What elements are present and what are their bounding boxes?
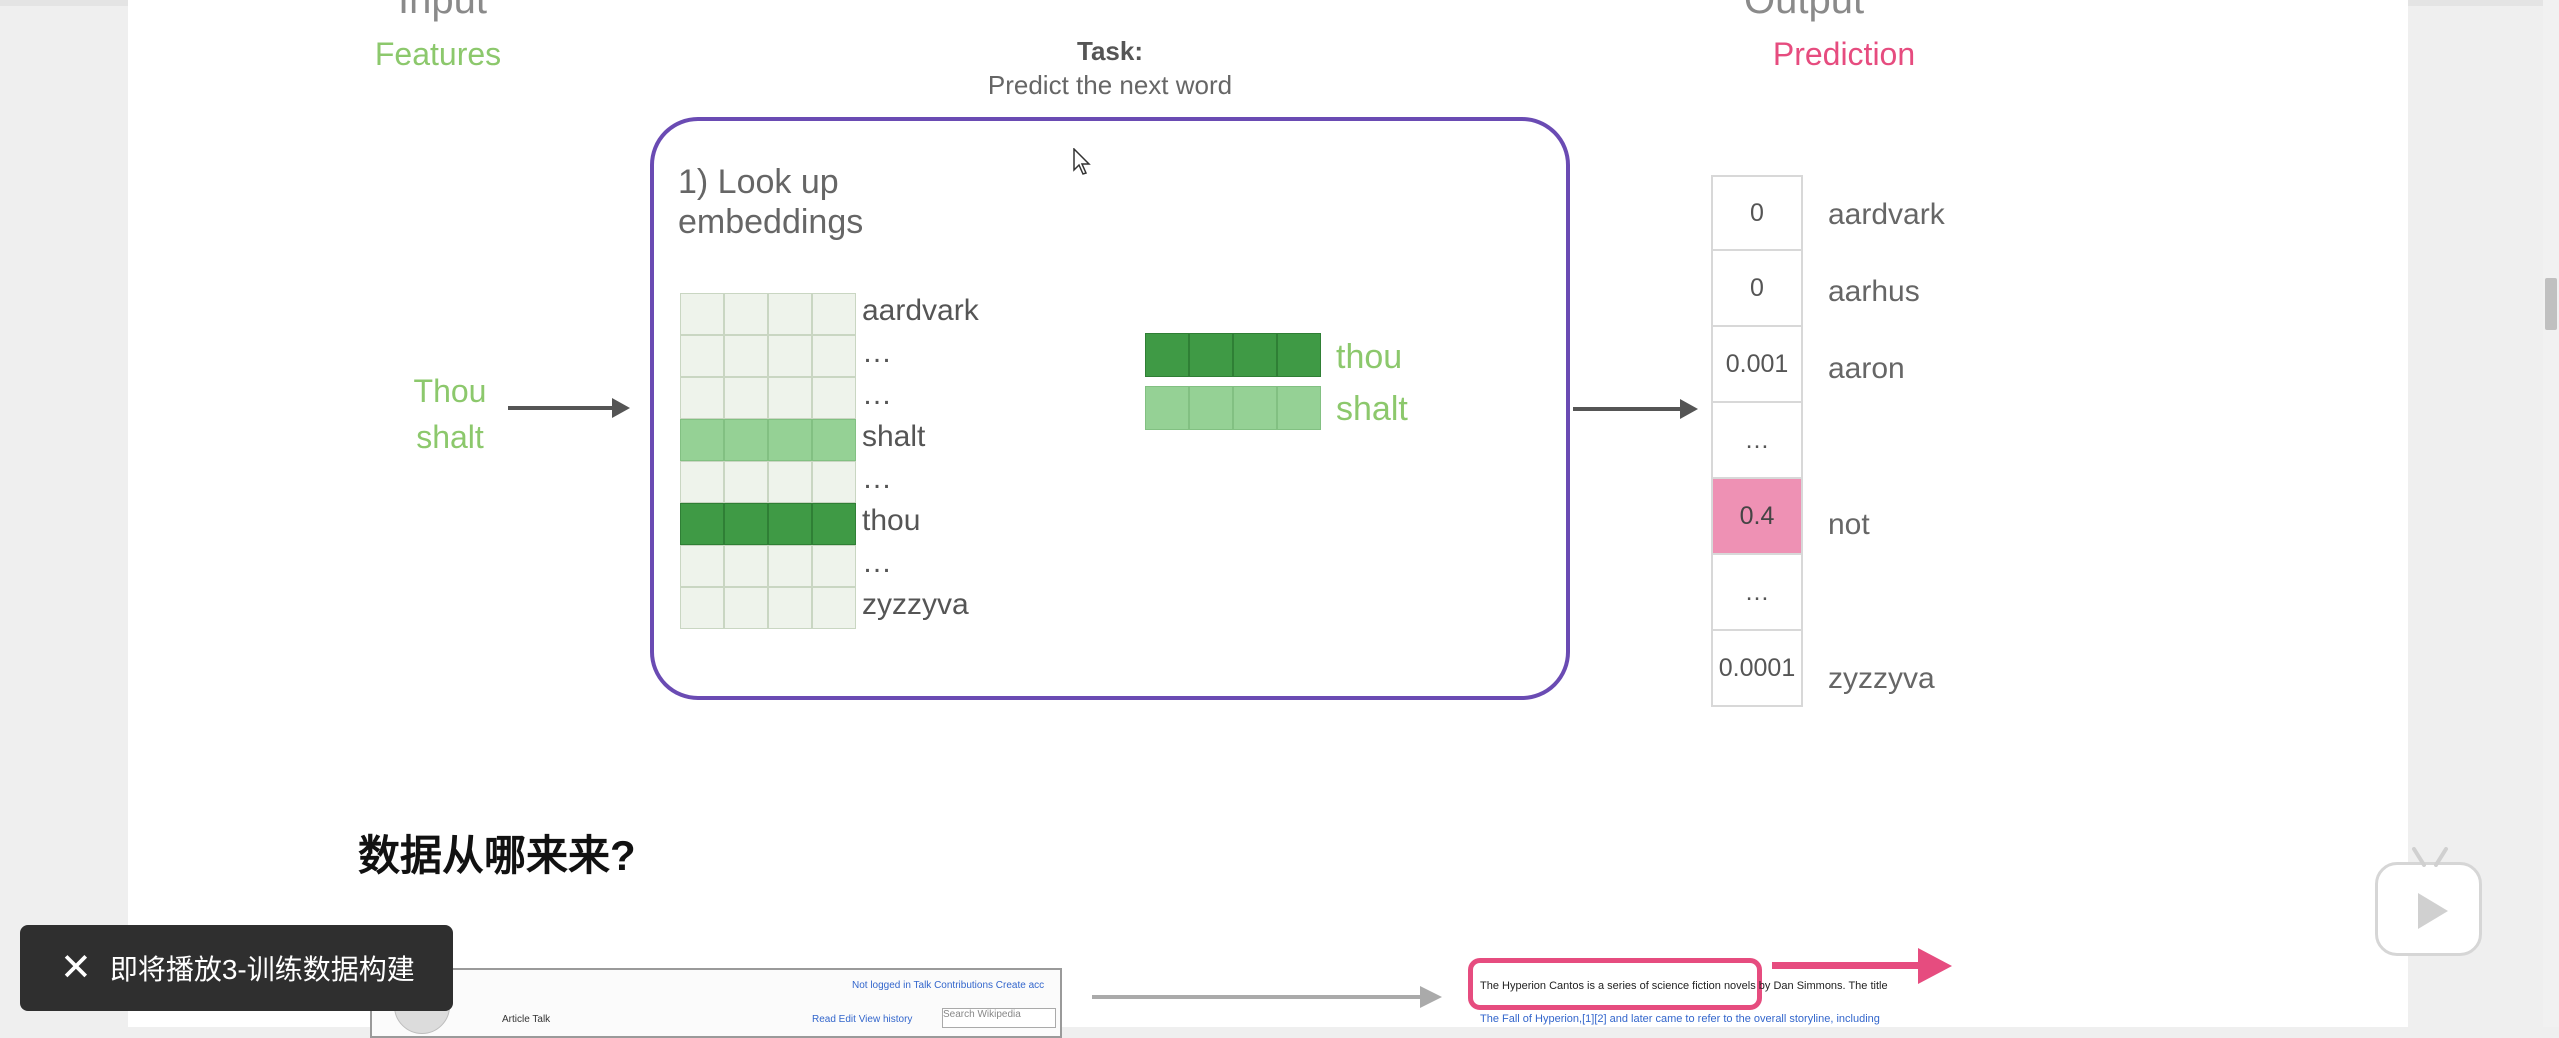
embedding-row-thou xyxy=(680,503,856,545)
wiki-to-text-arrow xyxy=(1092,995,1422,999)
embedding-word: … xyxy=(862,546,892,579)
prediction-word: aarhus xyxy=(1828,275,1920,308)
embedding-row xyxy=(680,461,856,503)
embedding-word: thou xyxy=(862,504,921,537)
embedding-word: zyzzyva xyxy=(862,588,969,621)
embedding-row xyxy=(680,377,856,419)
text-snippet-line: The Hyperion Cantos is a series of scien… xyxy=(1480,980,1888,992)
prediction-word: zyzzyva xyxy=(1828,662,1935,695)
prediction-label: Prediction xyxy=(1772,36,1916,72)
prediction-column: 0 0 0.001 … 0.4 … 0.0001 xyxy=(1711,175,1803,707)
text-snippet-line: The Fall of Hyperion,[1][2] and later ca… xyxy=(1480,1013,1880,1025)
vector-label: thou xyxy=(1336,338,1403,376)
wikipedia-screenshot: Not logged in Talk Contributions Create … xyxy=(370,968,1062,1038)
vector-thou xyxy=(1145,333,1321,377)
embedding-word: aardvark xyxy=(862,294,979,327)
mouse-cursor-icon xyxy=(1073,148,1091,175)
embedding-row-shalt xyxy=(680,419,856,461)
vector-shalt xyxy=(1145,386,1321,430)
embedding-row xyxy=(680,335,856,377)
output-title-partial: Output xyxy=(1744,0,1865,22)
prediction-word: not xyxy=(1828,508,1870,541)
embedding-word: … xyxy=(862,462,892,495)
wiki-toplinks: Not logged in Talk Contributions Create … xyxy=(852,980,1045,991)
tv-antenna-icon xyxy=(2412,847,2448,867)
prediction-word: aardvark xyxy=(1828,198,1945,231)
next-video-title: 即将播放3-训练数据构建 xyxy=(109,954,415,985)
output-arrow-head xyxy=(1680,399,1698,419)
embedding-row xyxy=(680,293,856,335)
prediction-cell: 0.001 xyxy=(1711,327,1803,403)
wiki-tabs-left: Article Talk xyxy=(502,1014,551,1025)
play-icon xyxy=(2418,893,2448,929)
prediction-cell: … xyxy=(1711,555,1803,631)
embedding-word: shalt xyxy=(862,420,926,453)
vector-label: shalt xyxy=(1336,390,1408,428)
embedding-word: … xyxy=(862,336,892,369)
prediction-cell: … xyxy=(1711,403,1803,479)
step-label: 1) Look up embeddings xyxy=(678,163,864,241)
input-word: Thou xyxy=(413,373,487,409)
wiki-to-text-arrow-head xyxy=(1420,986,1442,1008)
wiki-search-box: Search Wikipedia xyxy=(942,1008,1056,1028)
floating-play-button[interactable] xyxy=(2375,847,2482,956)
prediction-cell: 0 xyxy=(1711,251,1803,327)
embedding-matrix xyxy=(680,293,856,629)
pink-arrow-head xyxy=(1918,948,1952,984)
prediction-word: aaron xyxy=(1828,352,1905,385)
input-word: shalt xyxy=(416,419,484,455)
prediction-cell-highlighted: 0.4 xyxy=(1711,479,1803,555)
embedding-word: … xyxy=(862,378,892,411)
input-arrow xyxy=(508,406,614,410)
vertical-scrollbar[interactable] xyxy=(2543,0,2559,1027)
task-title: Task: xyxy=(1077,36,1143,66)
section-heading: 数据从哪来来? xyxy=(358,832,636,879)
embedding-row xyxy=(680,587,856,629)
close-icon[interactable]: ✕ xyxy=(60,949,92,987)
task-description: Predict the next word xyxy=(987,70,1233,100)
output-arrow xyxy=(1573,407,1683,411)
prediction-cell: 0.0001 xyxy=(1711,631,1803,707)
scrollbar-thumb[interactable] xyxy=(2545,278,2557,330)
pink-arrow xyxy=(1772,962,1922,969)
embedding-row xyxy=(680,545,856,587)
input-title-partial: Input xyxy=(398,0,487,22)
prediction-cell: 0 xyxy=(1711,175,1803,251)
features-label: Features xyxy=(374,36,502,72)
next-video-toast[interactable]: ✕ 即将播放3-训练数据构建 xyxy=(20,925,453,1011)
input-arrow-head xyxy=(612,398,630,418)
wiki-tabs-right: Read Edit View history xyxy=(812,1014,913,1025)
input-words: Thou shalt xyxy=(380,368,520,460)
